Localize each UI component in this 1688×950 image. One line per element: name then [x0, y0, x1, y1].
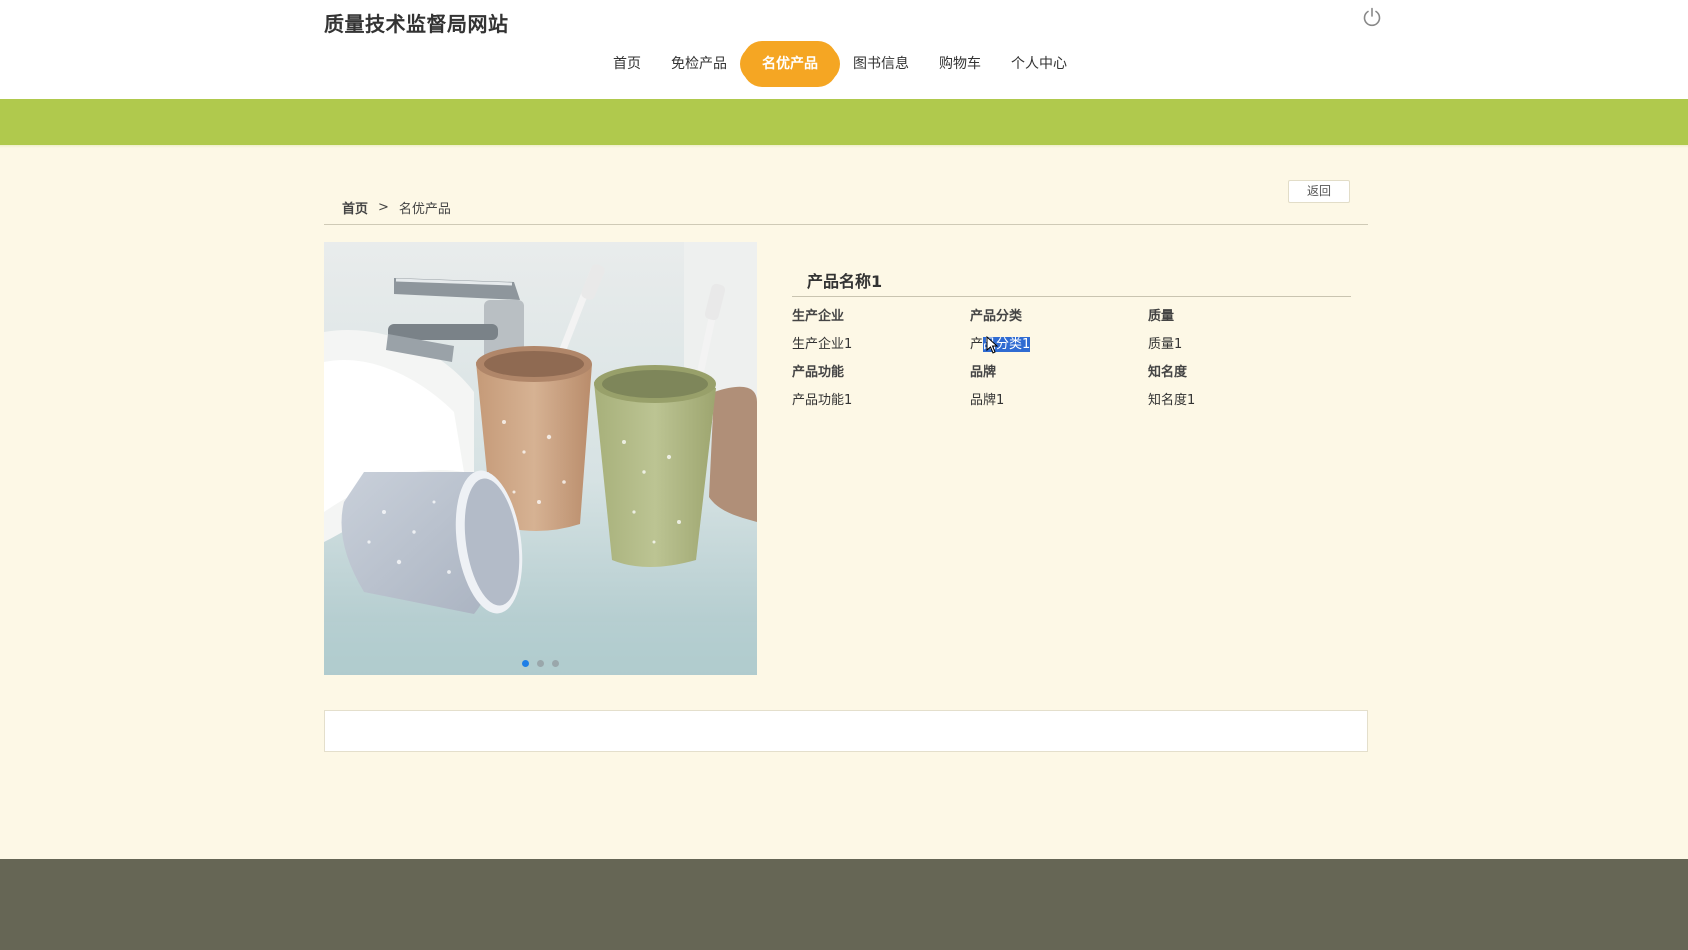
carousel-dot-1[interactable]: [522, 660, 529, 667]
product-detail-box: [324, 710, 1368, 752]
power-icon[interactable]: [1361, 6, 1383, 28]
product-image-carousel[interactable]: [324, 242, 757, 675]
carousel-dots: [324, 660, 757, 667]
nav-famous-products[interactable]: 名优产品: [742, 44, 838, 84]
value-category-selected: 品分类1: [983, 337, 1031, 352]
value-quality: 质量1: [1148, 337, 1183, 352]
breadcrumb: 首页 > 名优产品: [342, 198, 451, 217]
value-brand: 品牌1: [970, 393, 1005, 408]
product-info-grid: 生产企业 产品分类 质量 生产企业1 产品分类1 质量1 产品功能 品牌 知名度…: [792, 308, 1326, 410]
value-popularity: 知名度1: [1148, 393, 1196, 408]
info-divider: [792, 296, 1351, 297]
breadcrumb-current: 名优产品: [398, 202, 451, 217]
footer: [0, 859, 1688, 950]
divider: [324, 224, 1368, 225]
label-popularity: 知名度: [1148, 365, 1188, 380]
page: 质量技术监督局网站 首页 免检产品 名优产品 图书信息 购物车 个人中心 首页 …: [0, 0, 1688, 950]
label-function: 产品功能: [792, 365, 845, 380]
main-nav: 首页 免检产品 名优产品 图书信息 购物车 个人中心: [598, 44, 1082, 84]
header: 质量技术监督局网站 首页 免检产品 名优产品 图书信息 购物车 个人中心: [0, 0, 1688, 99]
label-brand: 品牌: [970, 365, 997, 380]
nav-cart[interactable]: 购物车: [924, 44, 996, 84]
nav-exempt-products[interactable]: 免检产品: [656, 44, 742, 84]
banner-band: [0, 99, 1688, 148]
value-category: 产品分类1: [970, 336, 1148, 354]
label-manufacturer: 生产企业: [792, 309, 845, 324]
value-manufacturer: 生产企业1: [792, 337, 853, 352]
carousel-dot-2[interactable]: [537, 660, 544, 667]
carousel-dot-3[interactable]: [552, 660, 559, 667]
value-function: 产品功能1: [792, 393, 853, 408]
nav-home[interactable]: 首页: [598, 44, 656, 84]
nav-book-info[interactable]: 图书信息: [838, 44, 924, 84]
back-button[interactable]: 返回: [1288, 180, 1350, 203]
site-title: 质量技术监督局网站: [324, 12, 509, 36]
breadcrumb-separator: >: [378, 200, 389, 215]
label-quality: 质量: [1148, 309, 1175, 324]
product-name: 产品名称1: [807, 272, 883, 291]
nav-personal-center[interactable]: 个人中心: [996, 44, 1082, 84]
breadcrumb-home[interactable]: 首页: [342, 198, 368, 217]
label-category: 产品分类: [970, 309, 1023, 324]
value-category-prefix: 产: [970, 337, 984, 352]
product-photo: [324, 242, 757, 675]
